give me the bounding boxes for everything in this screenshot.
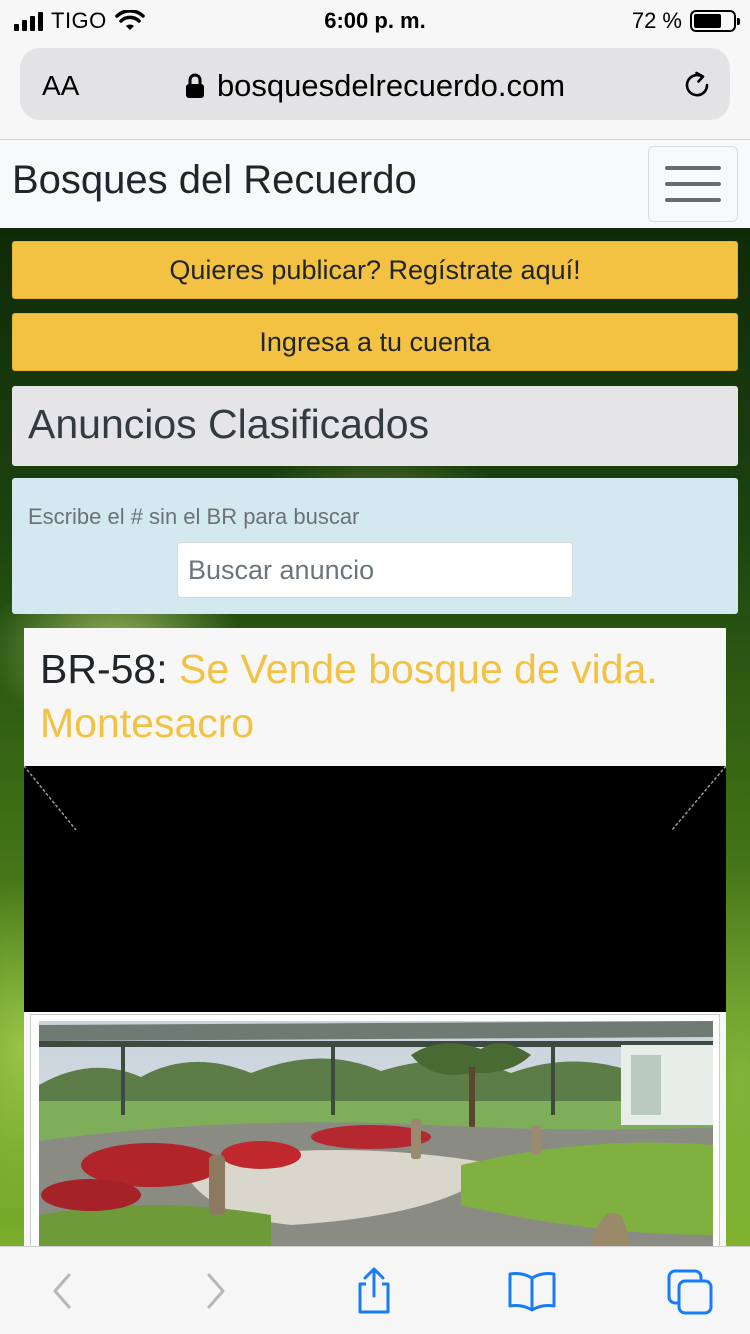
listing-code: BR-58: xyxy=(40,646,168,692)
hamburger-icon-line xyxy=(665,182,721,186)
search-card: Escribe el # sin el BR para buscar xyxy=(12,478,738,614)
section-header-card: Anuncios Clasificados xyxy=(12,386,738,466)
book-icon xyxy=(508,1272,556,1312)
lock-icon xyxy=(185,73,204,98)
address-bar[interactable]: AA bosquesdelrecuerdo.com xyxy=(20,48,730,120)
back-button[interactable] xyxy=(36,1265,88,1317)
tabs-button[interactable] xyxy=(664,1265,716,1317)
site-brand[interactable]: Bosques del Recuerdo xyxy=(12,158,417,203)
browser-address-area: AA bosquesdelrecuerdo.com xyxy=(0,42,750,140)
listing-title: BR-58: Se Vende bosque de vida. Montesac… xyxy=(40,642,720,750)
hamburger-icon-line xyxy=(665,166,721,170)
garden-image xyxy=(31,1015,719,1246)
url-display[interactable]: bosquesdelrecuerdo.com xyxy=(20,68,730,104)
site-navbar: Bosques del Recuerdo xyxy=(0,140,750,228)
hamburger-icon-line xyxy=(665,198,721,202)
status-right: 72 % xyxy=(631,8,740,34)
battery-percent: 72 % xyxy=(631,8,682,33)
chevron-left-icon xyxy=(53,1273,71,1309)
register-button[interactable]: Quieres publicar? Regístrate aquí! xyxy=(12,241,738,299)
listing-card[interactable]: BR-58: Se Vende bosque de vida. Montesac… xyxy=(24,628,726,1246)
url-text: bosquesdelrecuerdo.com xyxy=(216,68,566,103)
forward-button[interactable] xyxy=(190,1265,242,1317)
login-button[interactable]: Ingresa a tu cuenta xyxy=(12,313,738,371)
reload-icon[interactable] xyxy=(680,68,714,102)
browser-toolbar xyxy=(0,1246,750,1334)
frame-corner-lines xyxy=(24,766,726,831)
share-button[interactable] xyxy=(348,1265,400,1317)
status-bar: TIGO 6:00 p. m. 72 % xyxy=(0,0,750,42)
listing-video-frame[interactable] xyxy=(24,766,726,1012)
listing-photo[interactable] xyxy=(30,1014,720,1246)
battery-icon xyxy=(690,10,740,32)
search-input[interactable] xyxy=(177,542,573,598)
tabs-icon xyxy=(667,1269,713,1315)
share-icon xyxy=(358,1267,390,1314)
search-hint: Escribe el # sin el BR para buscar xyxy=(28,504,360,529)
section-title: Anuncios Clasificados xyxy=(28,401,430,447)
bookmarks-button[interactable] xyxy=(506,1265,558,1317)
menu-toggle-button[interactable] xyxy=(648,146,738,222)
chevron-right-icon xyxy=(207,1273,225,1309)
battery-fill xyxy=(694,14,722,28)
